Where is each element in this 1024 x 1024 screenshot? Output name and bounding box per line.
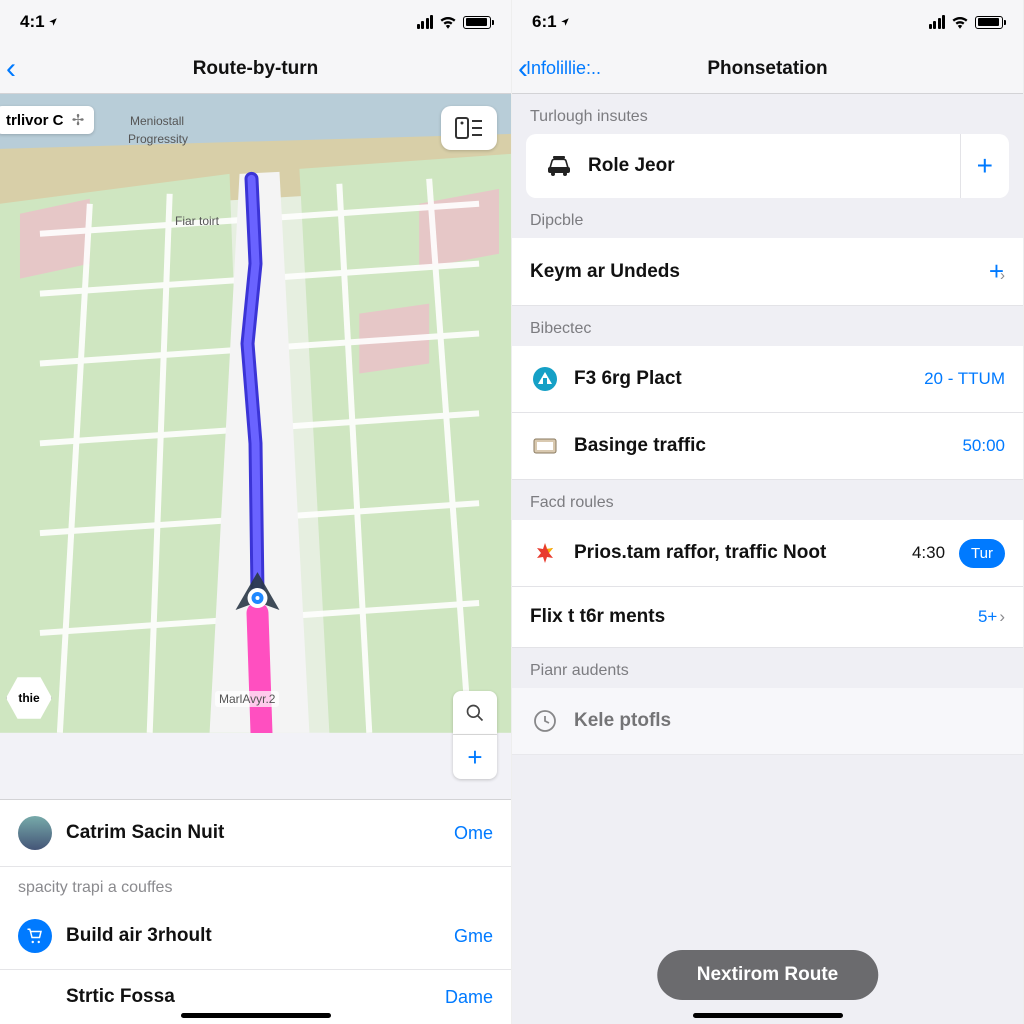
place-thumb-icon — [18, 816, 52, 850]
route-start-chip[interactable]: trlivor C ✢ — [0, 106, 94, 134]
wifi-icon — [951, 15, 969, 29]
wifi-icon — [439, 15, 457, 29]
car-icon — [544, 151, 574, 181]
row-action[interactable]: Gme — [454, 926, 493, 947]
map-view[interactable]: trlivor C ✢ Meniostall Progressity Fiar … — [0, 94, 511, 799]
star-burst-icon — [530, 538, 560, 568]
chevron-left-icon: ‹ — [6, 54, 16, 84]
home-indicator — [181, 1013, 331, 1018]
cart-icon — [18, 919, 52, 953]
settings-list: Turlough insutes Role Jeor + Dipcble Key… — [512, 94, 1023, 1024]
group-header: Facd roules — [512, 480, 1023, 520]
clock-icon — [530, 706, 560, 736]
battery-icon — [463, 16, 491, 29]
list-row[interactable]: Basinge traffic 50:00 — [512, 413, 1023, 480]
home-indicator — [693, 1013, 843, 1018]
row-time: 4:30 — [912, 543, 945, 563]
back-button[interactable]: ‹ Infolillie:.. — [512, 54, 601, 84]
road-sign-icon — [530, 364, 560, 394]
search-icon — [465, 703, 485, 723]
nav-title: Route-by-turn — [0, 58, 511, 80]
row-meta: 50:00 — [962, 436, 1005, 456]
route-plus-icon: ✢ — [72, 112, 85, 129]
row-meta: 20 - TTUM — [924, 369, 1005, 389]
group-header: Dipcble — [512, 198, 1023, 238]
nav-bar: ‹ Route-by-turn — [0, 44, 511, 94]
group-header: Turlough insutes — [512, 94, 1023, 134]
status-bar: 6:1 — [512, 0, 1023, 44]
cell-signal-icon — [417, 15, 434, 29]
phone-left: 4:1 ‹ Route-by-turn — [0, 0, 512, 1024]
map-zoom-controls: + — [453, 691, 497, 779]
row-action[interactable]: Dame — [445, 987, 493, 1008]
map-search-button[interactable] — [453, 691, 497, 735]
list-row[interactable]: Build air 3rhoult Gme — [0, 903, 511, 970]
status-bar: 4:1 — [0, 0, 511, 44]
list-row[interactable]: Flix t t6r ments 5+› — [512, 587, 1023, 648]
traffic-icon — [530, 431, 560, 461]
row-action[interactable]: Ome — [454, 823, 493, 844]
row-meta: 5+› — [978, 607, 1005, 627]
list-row[interactable]: Kele ptofls — [512, 688, 1023, 755]
group-header: Bibectec — [512, 306, 1023, 346]
status-time: 4:1 — [20, 12, 45, 32]
add-vehicle-button[interactable]: + — [960, 134, 1009, 198]
list-row[interactable]: Prios.tam raffor, traffic Noot 4:30 Tur — [512, 520, 1023, 587]
phone-right: 6:1 ‹ Infolillie:.. Phonsetation Turloug… — [512, 0, 1024, 1024]
group-header: Pianr audents — [512, 648, 1023, 688]
list-row[interactable]: Keym ar Undeds +› — [512, 238, 1023, 306]
back-button[interactable]: ‹ — [0, 54, 14, 84]
plus-icon: + — [467, 742, 482, 773]
map-zoom-in-button[interactable]: + — [453, 735, 497, 779]
next-route-button[interactable]: Nextirom Route — [657, 950, 878, 1000]
list-row[interactable]: F3 6rg Plact 20 - TTUM — [512, 346, 1023, 413]
row-tag-pill[interactable]: Tur — [959, 539, 1005, 568]
location-arrow-icon — [48, 17, 58, 27]
location-arrow-icon — [560, 17, 570, 27]
section-header: spacity trapi a couffes — [0, 867, 511, 903]
status-time: 6:1 — [532, 12, 557, 32]
vehicle-row[interactable]: Role Jeor + — [526, 134, 1009, 198]
battery-icon — [975, 16, 1003, 29]
map-menu-button[interactable] — [441, 106, 497, 150]
list-row[interactable]: Catrim Sacin Nuit Ome — [0, 800, 511, 867]
nav-bar: ‹ Infolillie:.. Phonsetation — [512, 44, 1023, 94]
bottom-panel: Catrim Sacin Nuit Ome spacity trapi a co… — [0, 799, 511, 1024]
expand-icon: +› — [989, 256, 1005, 287]
cell-signal-icon — [929, 15, 946, 29]
